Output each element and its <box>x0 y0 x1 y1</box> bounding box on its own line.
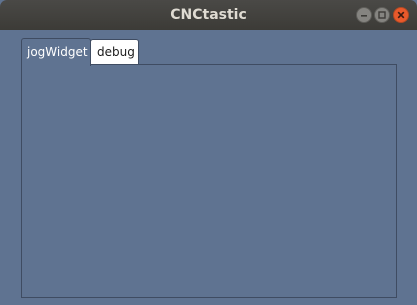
maximize-icon <box>378 11 386 19</box>
jogwidget-panel <box>21 64 397 298</box>
close-icon <box>397 11 405 19</box>
app-window: CNCtastic jogWidget debug 0 1 2 0 1 2 <box>0 0 417 305</box>
maximize-button[interactable] <box>374 7 390 23</box>
minimize-button[interactable] <box>356 7 372 23</box>
tab-jogwidget[interactable]: jogWidget <box>21 38 91 66</box>
title-bar[interactable]: CNCtastic <box>0 0 417 30</box>
minimize-icon <box>361 15 367 17</box>
close-button[interactable] <box>393 7 409 23</box>
main-content: jogWidget debug <box>0 30 417 305</box>
tab-debug[interactable]: debug <box>90 39 139 65</box>
window-title: CNCtastic <box>170 7 247 23</box>
